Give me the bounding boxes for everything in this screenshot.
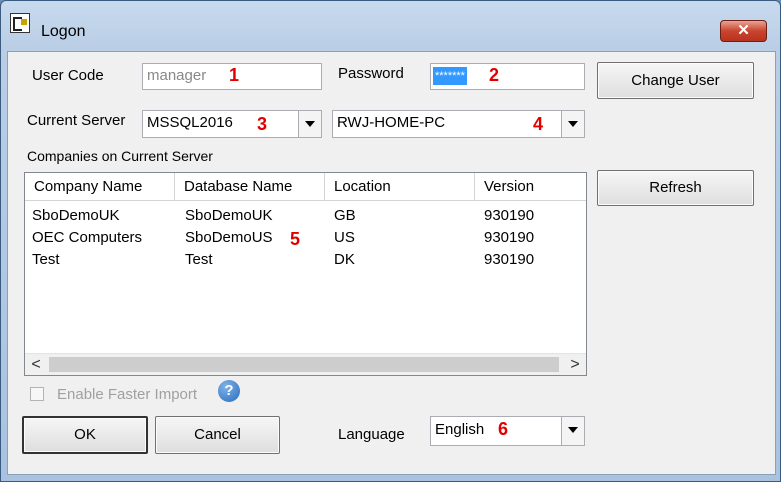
cell-company-name: OEC Computers xyxy=(32,229,143,246)
dialog-body: User Code manager 1 Password ******* 2 C… xyxy=(7,51,776,475)
scroll-left-icon[interactable]: < xyxy=(25,354,47,375)
cell-company-name: Test xyxy=(32,251,60,268)
cell-database-name: SboDemoUS xyxy=(185,229,273,246)
horizontal-scrollbar[interactable]: < > xyxy=(25,353,586,375)
marker-3: 3 xyxy=(257,114,268,134)
scrollbar-thumb[interactable] xyxy=(49,357,559,372)
faster-import-checkbox[interactable] xyxy=(30,387,44,401)
title-bar[interactable]: Logon ✕ xyxy=(1,1,780,42)
logon-window: Logon ✕ User Code manager 1 Password ***… xyxy=(0,0,781,482)
companies-label: Companies on Current Server xyxy=(27,148,213,164)
user-code-label: User Code xyxy=(32,67,104,84)
table-row[interactable]: OEC Computers SboDemoUS US 930190 xyxy=(25,227,586,249)
password-label: Password xyxy=(338,65,404,82)
chevron-down-icon[interactable] xyxy=(561,111,584,137)
cell-database-name: SboDemoUK xyxy=(185,207,273,224)
cancel-button[interactable]: Cancel xyxy=(155,416,280,454)
chevron-down-icon[interactable] xyxy=(561,417,584,445)
table-row[interactable]: SboDemoUK SboDemoUK GB 930190 xyxy=(25,205,586,227)
refresh-button[interactable]: Refresh xyxy=(597,170,754,206)
column-database-name[interactable]: Database Name xyxy=(175,173,325,200)
window-title: Logon xyxy=(41,23,86,40)
cell-database-name: Test xyxy=(185,251,213,268)
table-row[interactable]: Test Test DK 930190 xyxy=(25,249,586,271)
app-logo-icon xyxy=(10,13,30,33)
cell-version: 930190 xyxy=(484,207,535,224)
user-code-value: manager xyxy=(147,67,207,84)
server-host-select[interactable]: RWJ-HOME-PC xyxy=(332,110,585,138)
column-location[interactable]: Location xyxy=(325,173,475,200)
cell-company-name: SboDemoUK xyxy=(32,207,120,224)
change-user-button[interactable]: Change User xyxy=(597,62,754,99)
faster-import-label: Enable Faster Import xyxy=(57,386,198,403)
language-value: English xyxy=(435,421,485,438)
cell-location: US xyxy=(334,229,355,246)
language-label: Language xyxy=(338,426,405,443)
column-version[interactable]: Version xyxy=(475,173,586,200)
server-type-value: MSSQL2016 xyxy=(147,114,233,131)
chevron-down-icon[interactable] xyxy=(298,111,321,137)
cell-location: DK xyxy=(334,251,355,268)
cell-version: 930190 xyxy=(484,229,535,246)
server-type-select[interactable]: MSSQL2016 xyxy=(142,110,322,138)
marker-6: 6 xyxy=(498,419,509,439)
password-value: ******* xyxy=(433,67,467,85)
ok-button[interactable]: OK xyxy=(22,416,148,454)
marker-4: 4 xyxy=(533,114,544,134)
column-company-name[interactable]: Company Name xyxy=(25,173,175,200)
companies-header: Company Name Database Name Location Vers… xyxy=(25,173,586,201)
current-server-label: Current Server xyxy=(27,112,126,129)
close-button[interactable]: ✕ xyxy=(720,20,767,42)
password-input[interactable]: ******* xyxy=(430,63,585,90)
marker-5: 5 xyxy=(290,229,301,249)
companies-listview[interactable]: Company Name Database Name Location Vers… xyxy=(24,172,587,376)
scroll-right-icon[interactable]: > xyxy=(564,354,586,375)
marker-2: 2 xyxy=(489,65,500,85)
server-host-value: RWJ-HOME-PC xyxy=(337,114,446,131)
cell-version: 930190 xyxy=(484,251,535,268)
cell-location: GB xyxy=(334,207,356,224)
help-icon[interactable]: ? xyxy=(218,380,240,402)
marker-1: 1 xyxy=(229,65,240,85)
